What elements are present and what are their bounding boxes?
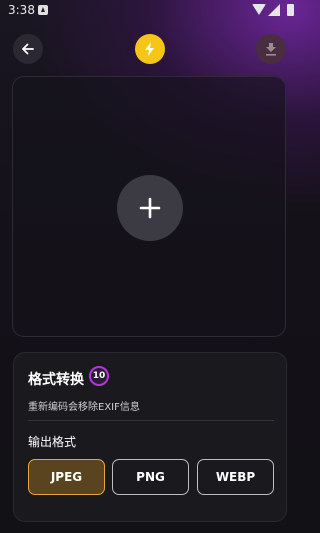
convert-button[interactable] — [135, 34, 165, 64]
battery-icon — [287, 4, 294, 16]
add-image-button[interactable] — [117, 175, 183, 241]
format-webp-button[interactable]: WEBP — [197, 459, 274, 495]
lightning-bolt-icon — [145, 42, 154, 56]
card-title: 格式转换 — [28, 372, 84, 388]
format-conversion-card: 格式转换 10 重新编码会移除EXIF信息 输出格式 JPEG PNG WEBP — [13, 352, 287, 522]
status-bar: 3:38 — [0, 0, 300, 22]
format-jpeg-button[interactable]: JPEG — [28, 459, 105, 495]
status-time: 3:38 — [8, 3, 35, 17]
plus-icon — [139, 197, 161, 219]
back-button[interactable] — [13, 34, 43, 64]
notification-icon — [38, 5, 48, 15]
arrow-left-icon — [22, 43, 34, 55]
count-badge: 10 — [89, 366, 109, 386]
divider — [28, 420, 274, 421]
output-format-label: 输出格式 — [28, 435, 77, 449]
download-icon — [266, 42, 276, 56]
download-button[interactable] — [256, 34, 286, 64]
format-png-button[interactable]: PNG — [112, 459, 189, 495]
wifi-icon — [252, 4, 266, 15]
signal-icon — [268, 4, 280, 16]
card-description: 重新编码会移除EXIF信息 — [28, 402, 140, 413]
